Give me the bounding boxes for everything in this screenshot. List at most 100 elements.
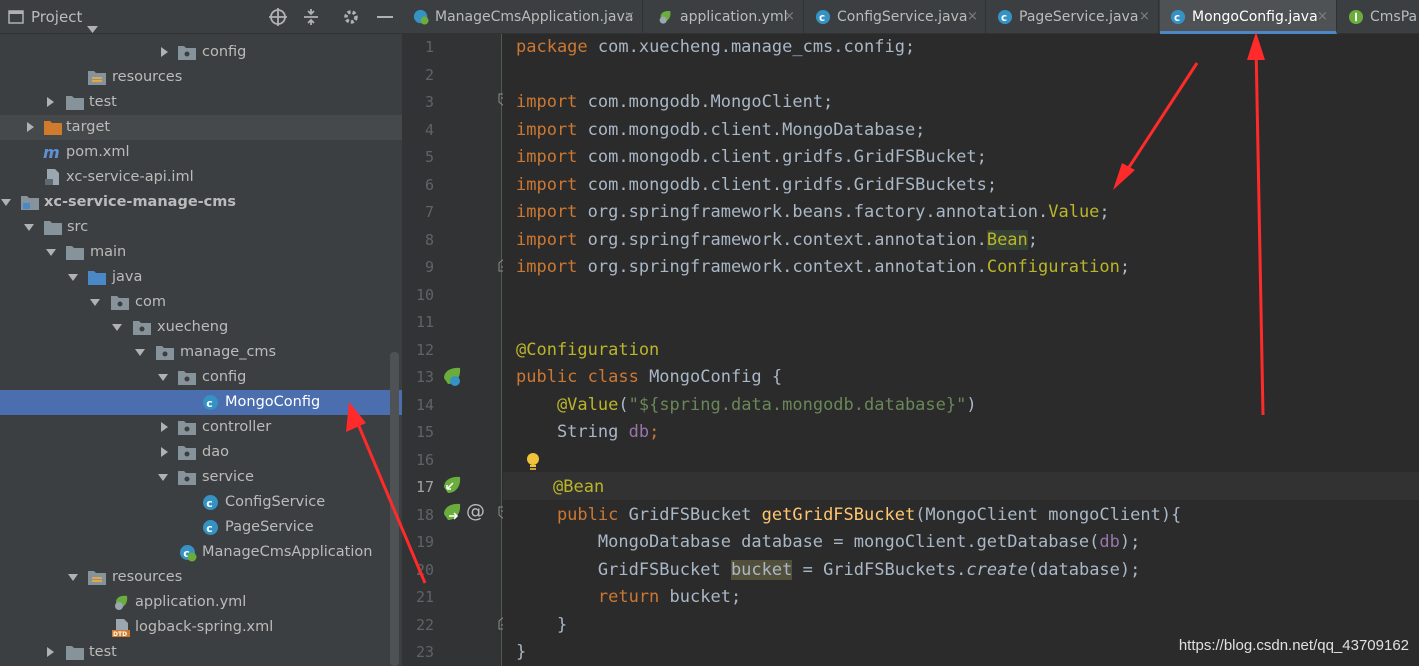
code-text: bucket;	[659, 587, 742, 607]
tree-scrollbar[interactable]	[390, 352, 399, 666]
annotation-class: Value	[1048, 202, 1100, 222]
spring-bean-config-icon[interactable]	[441, 366, 463, 388]
tab-configservice[interactable]: c ConfigService.java ×	[805, 0, 986, 34]
keyword: public class	[516, 367, 639, 387]
tab-close-icon[interactable]: ×	[967, 0, 978, 34]
project-panel-title[interactable]: Project	[31, 0, 82, 34]
tree-item-test[interactable]: test	[0, 90, 402, 115]
code-text: (MongoClient mongoClient){	[915, 504, 1182, 525]
locate-icon[interactable]	[268, 7, 288, 27]
code-line-9: import org.springframework.context.annot…	[516, 254, 1130, 282]
spring-bean-icon[interactable]	[441, 475, 463, 497]
minimize-icon[interactable]	[375, 7, 395, 27]
tree-item-src[interactable]: src	[0, 215, 402, 240]
line-number: 13	[415, 368, 434, 386]
expand-arrow-icon[interactable]	[24, 121, 36, 133]
tree-item-application-yml[interactable]: application.yml	[0, 590, 402, 615]
tab-pageservice[interactable]: c PageService.java ×	[987, 0, 1159, 34]
tree-item-xuecheng[interactable]: xuecheng	[0, 315, 402, 340]
code-text: = GridFSBuckets.	[792, 559, 967, 580]
tree-item-target[interactable]: target	[0, 115, 402, 140]
tree-item-label: resources	[112, 69, 183, 85]
tree-item-pom-xml[interactable]: m pom.xml	[0, 140, 402, 165]
tree-item-label: xuecheng	[157, 319, 229, 335]
tab-managecmsapplication[interactable]: ManageCmsApplication.java ×	[402, 0, 643, 34]
collapse-arrow-icon[interactable]	[157, 371, 169, 383]
collapse-all-icon[interactable]	[301, 7, 321, 27]
folder-icon	[44, 219, 62, 236]
spring-boot-class-icon: c	[179, 544, 197, 562]
tab-cmspage[interactable]: CmsPa	[1338, 0, 1419, 34]
svg-text:c: c	[206, 522, 213, 535]
line-number: 22	[415, 615, 434, 634]
line-number: 8	[424, 230, 434, 249]
spring-bean-method-icon[interactable]	[441, 502, 463, 524]
expand-arrow-icon[interactable]	[44, 646, 56, 658]
tree-item-label: target	[66, 119, 111, 135]
tree-item-dao[interactable]: dao	[0, 440, 402, 465]
tree-item-label: main	[90, 244, 127, 260]
keyword: import	[516, 174, 578, 195]
tree-item-logback-xml[interactable]: DTD logback-spring.xml	[0, 615, 402, 640]
code-text: String	[516, 422, 629, 442]
svg-text:c: c	[819, 12, 825, 24]
tree-item-resources[interactable]: resources	[0, 65, 402, 90]
collapse-arrow-icon[interactable]	[111, 321, 123, 333]
tab-close-icon[interactable]: ×	[784, 0, 795, 34]
collapse-arrow-icon[interactable]	[23, 221, 35, 233]
java-class-icon: c	[1170, 9, 1186, 25]
expand-arrow-icon[interactable]	[158, 421, 170, 433]
tab-close-icon[interactable]: ×	[1139, 0, 1150, 34]
tree-item-pageservice[interactable]: c PageService	[0, 515, 402, 540]
module-file-icon	[44, 169, 62, 186]
settings-icon[interactable]	[341, 7, 361, 27]
code-editor[interactable]: package com.xuecheng.manage_cms.config; …	[503, 34, 1419, 666]
code-line-23: }	[516, 642, 527, 662]
tree-item-main[interactable]: main	[0, 240, 402, 265]
tree-item-resources-main[interactable]: resources	[0, 565, 402, 590]
collapse-arrow-icon[interactable]	[157, 471, 169, 483]
code-text: ;	[1099, 202, 1110, 222]
tree-item-config-expanded[interactable]: config	[0, 365, 402, 390]
tree-item-configservice[interactable]: c ConfigService	[0, 490, 402, 515]
tree-item-managecmsapplication[interactable]: c ManageCmsApplication	[0, 540, 402, 565]
code-text: ;	[1119, 257, 1131, 277]
code-text: );	[1119, 532, 1141, 552]
tree-item-iml[interactable]: xc-service-api.iml	[0, 165, 402, 190]
collapse-arrow-icon[interactable]	[67, 271, 79, 283]
expand-arrow-icon[interactable]	[44, 96, 56, 108]
highlighted-variable: bucket	[730, 559, 793, 580]
tree-item-test-src[interactable]: test	[0, 640, 402, 665]
tree-item-controller[interactable]: controller	[0, 415, 402, 440]
expand-arrow-icon[interactable]	[158, 46, 170, 58]
tab-label: MongoConfig.java	[1192, 9, 1318, 25]
tree-item-java[interactable]: java	[0, 265, 402, 290]
collapse-arrow-icon[interactable]	[45, 246, 57, 258]
code-text: MongoConfig {	[638, 367, 783, 387]
keyword: import	[516, 119, 578, 140]
tab-close-icon[interactable]: ×	[1317, 0, 1328, 34]
line-number: 1	[424, 38, 434, 56]
tab-mongoconfig[interactable]: c MongoConfig.java ×	[1160, 0, 1337, 34]
tree-item-label: manage_cms	[180, 344, 277, 360]
at-annotation-icon[interactable]: @	[466, 500, 485, 522]
tab-close-icon[interactable]: ×	[624, 0, 635, 34]
tree-item-com[interactable]: com	[0, 290, 402, 315]
tree-item-mongoconfig[interactable]: c MongoConfig	[0, 390, 402, 415]
tree-item-manage-cms[interactable]: manage_cms	[0, 340, 402, 365]
code-text: org.springframework.beans.factory.annota…	[577, 202, 1049, 222]
tree-item-service[interactable]: service	[0, 465, 402, 490]
collapse-arrow-icon[interactable]	[67, 571, 79, 583]
expand-arrow-icon[interactable]	[158, 446, 170, 458]
tree-item-config[interactable]: config	[0, 40, 402, 65]
code-text: com.xuecheng.manage_cms.config;	[587, 37, 916, 57]
package-folder-icon	[156, 344, 174, 361]
project-window-icon	[8, 10, 24, 24]
tab-application-yml[interactable]: application.yml ×	[644, 0, 804, 34]
intention-bulb-icon[interactable]	[524, 452, 542, 472]
tree-item-module[interactable]: xc-service-manage-cms	[0, 190, 402, 215]
collapse-arrow-icon[interactable]	[134, 346, 146, 358]
collapse-arrow-icon[interactable]	[89, 296, 101, 308]
code-line-1: package com.xuecheng.manage_cms.config;	[516, 34, 915, 62]
collapse-arrow-icon[interactable]	[0, 196, 12, 208]
